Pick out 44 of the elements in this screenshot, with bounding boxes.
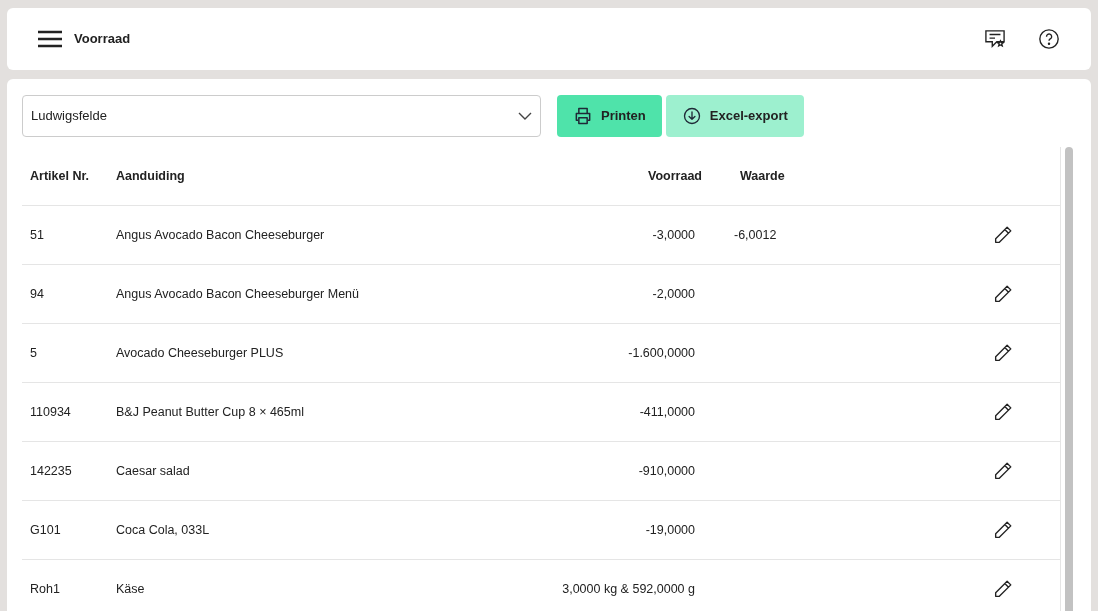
table-cell-text: -910,0000 xyxy=(637,462,696,480)
page-title: Voorraad xyxy=(74,30,131,49)
table-cell-text: Avocado Cheeseburger PLUS xyxy=(116,344,285,362)
table-cell-text: Roh1 xyxy=(29,580,61,598)
table-cell-text: Coca Cola, 033L xyxy=(116,521,211,539)
table-cell-text: -1.600,0000 xyxy=(627,344,696,362)
column-header: Artikel Nr. xyxy=(29,167,91,185)
pencil-icon[interactable] xyxy=(992,401,1014,423)
export-button[interactable]: Excel-export xyxy=(665,95,804,137)
table-cell-text: 110934 xyxy=(29,403,72,421)
table-cell-text: Käse xyxy=(116,580,146,598)
help-icon[interactable] xyxy=(1038,28,1060,50)
table-cell-text: 51 xyxy=(29,226,45,244)
pencil-icon[interactable] xyxy=(992,578,1014,600)
printer-icon xyxy=(573,106,593,126)
menu-icon[interactable] xyxy=(38,30,62,48)
scrollbar[interactable] xyxy=(1065,147,1073,611)
chevron-down-icon xyxy=(518,112,532,120)
table-cell-text: -2,0000 xyxy=(651,285,696,303)
pencil-icon[interactable] xyxy=(992,224,1014,246)
column-header: Waarde xyxy=(739,167,786,185)
table-cell-text: G101 xyxy=(29,521,62,539)
table-cell-text: B&J Peanut Butter Cup 8 × 465ml xyxy=(116,403,305,421)
table-cell-text: 5 xyxy=(29,344,38,362)
column-header: Aanduiding xyxy=(116,167,186,185)
table-cell-text: 3,0000 kg & 592,0000 g xyxy=(561,580,696,598)
column-header: Voorraad xyxy=(647,167,702,185)
table-cell-text: -411,0000 xyxy=(638,403,696,421)
pencil-icon[interactable] xyxy=(992,283,1014,305)
pencil-icon[interactable] xyxy=(992,519,1014,541)
feedback-icon[interactable] xyxy=(984,29,1006,49)
table-cell-text: Angus Avocado Bacon Cheeseburger Menü xyxy=(116,285,360,303)
pencil-icon[interactable] xyxy=(992,460,1014,482)
table-cell: -6,0012 xyxy=(734,227,777,242)
table-cell-text: -19,0000 xyxy=(644,521,696,539)
download-icon xyxy=(681,106,702,126)
table-cell-text: Angus Avocado Bacon Cheeseburger xyxy=(116,226,326,244)
table-cell-text: 94 xyxy=(29,285,45,303)
table-cell-text: 142235 xyxy=(29,462,73,480)
table-cell-text: -3,0000 xyxy=(651,226,696,244)
pencil-icon[interactable] xyxy=(992,342,1014,364)
location-dropdown[interactable]: Ludwigsfelde xyxy=(22,95,541,137)
table-cell-text: Caesar salad xyxy=(116,462,191,480)
print-button[interactable]: Printen xyxy=(557,95,662,137)
